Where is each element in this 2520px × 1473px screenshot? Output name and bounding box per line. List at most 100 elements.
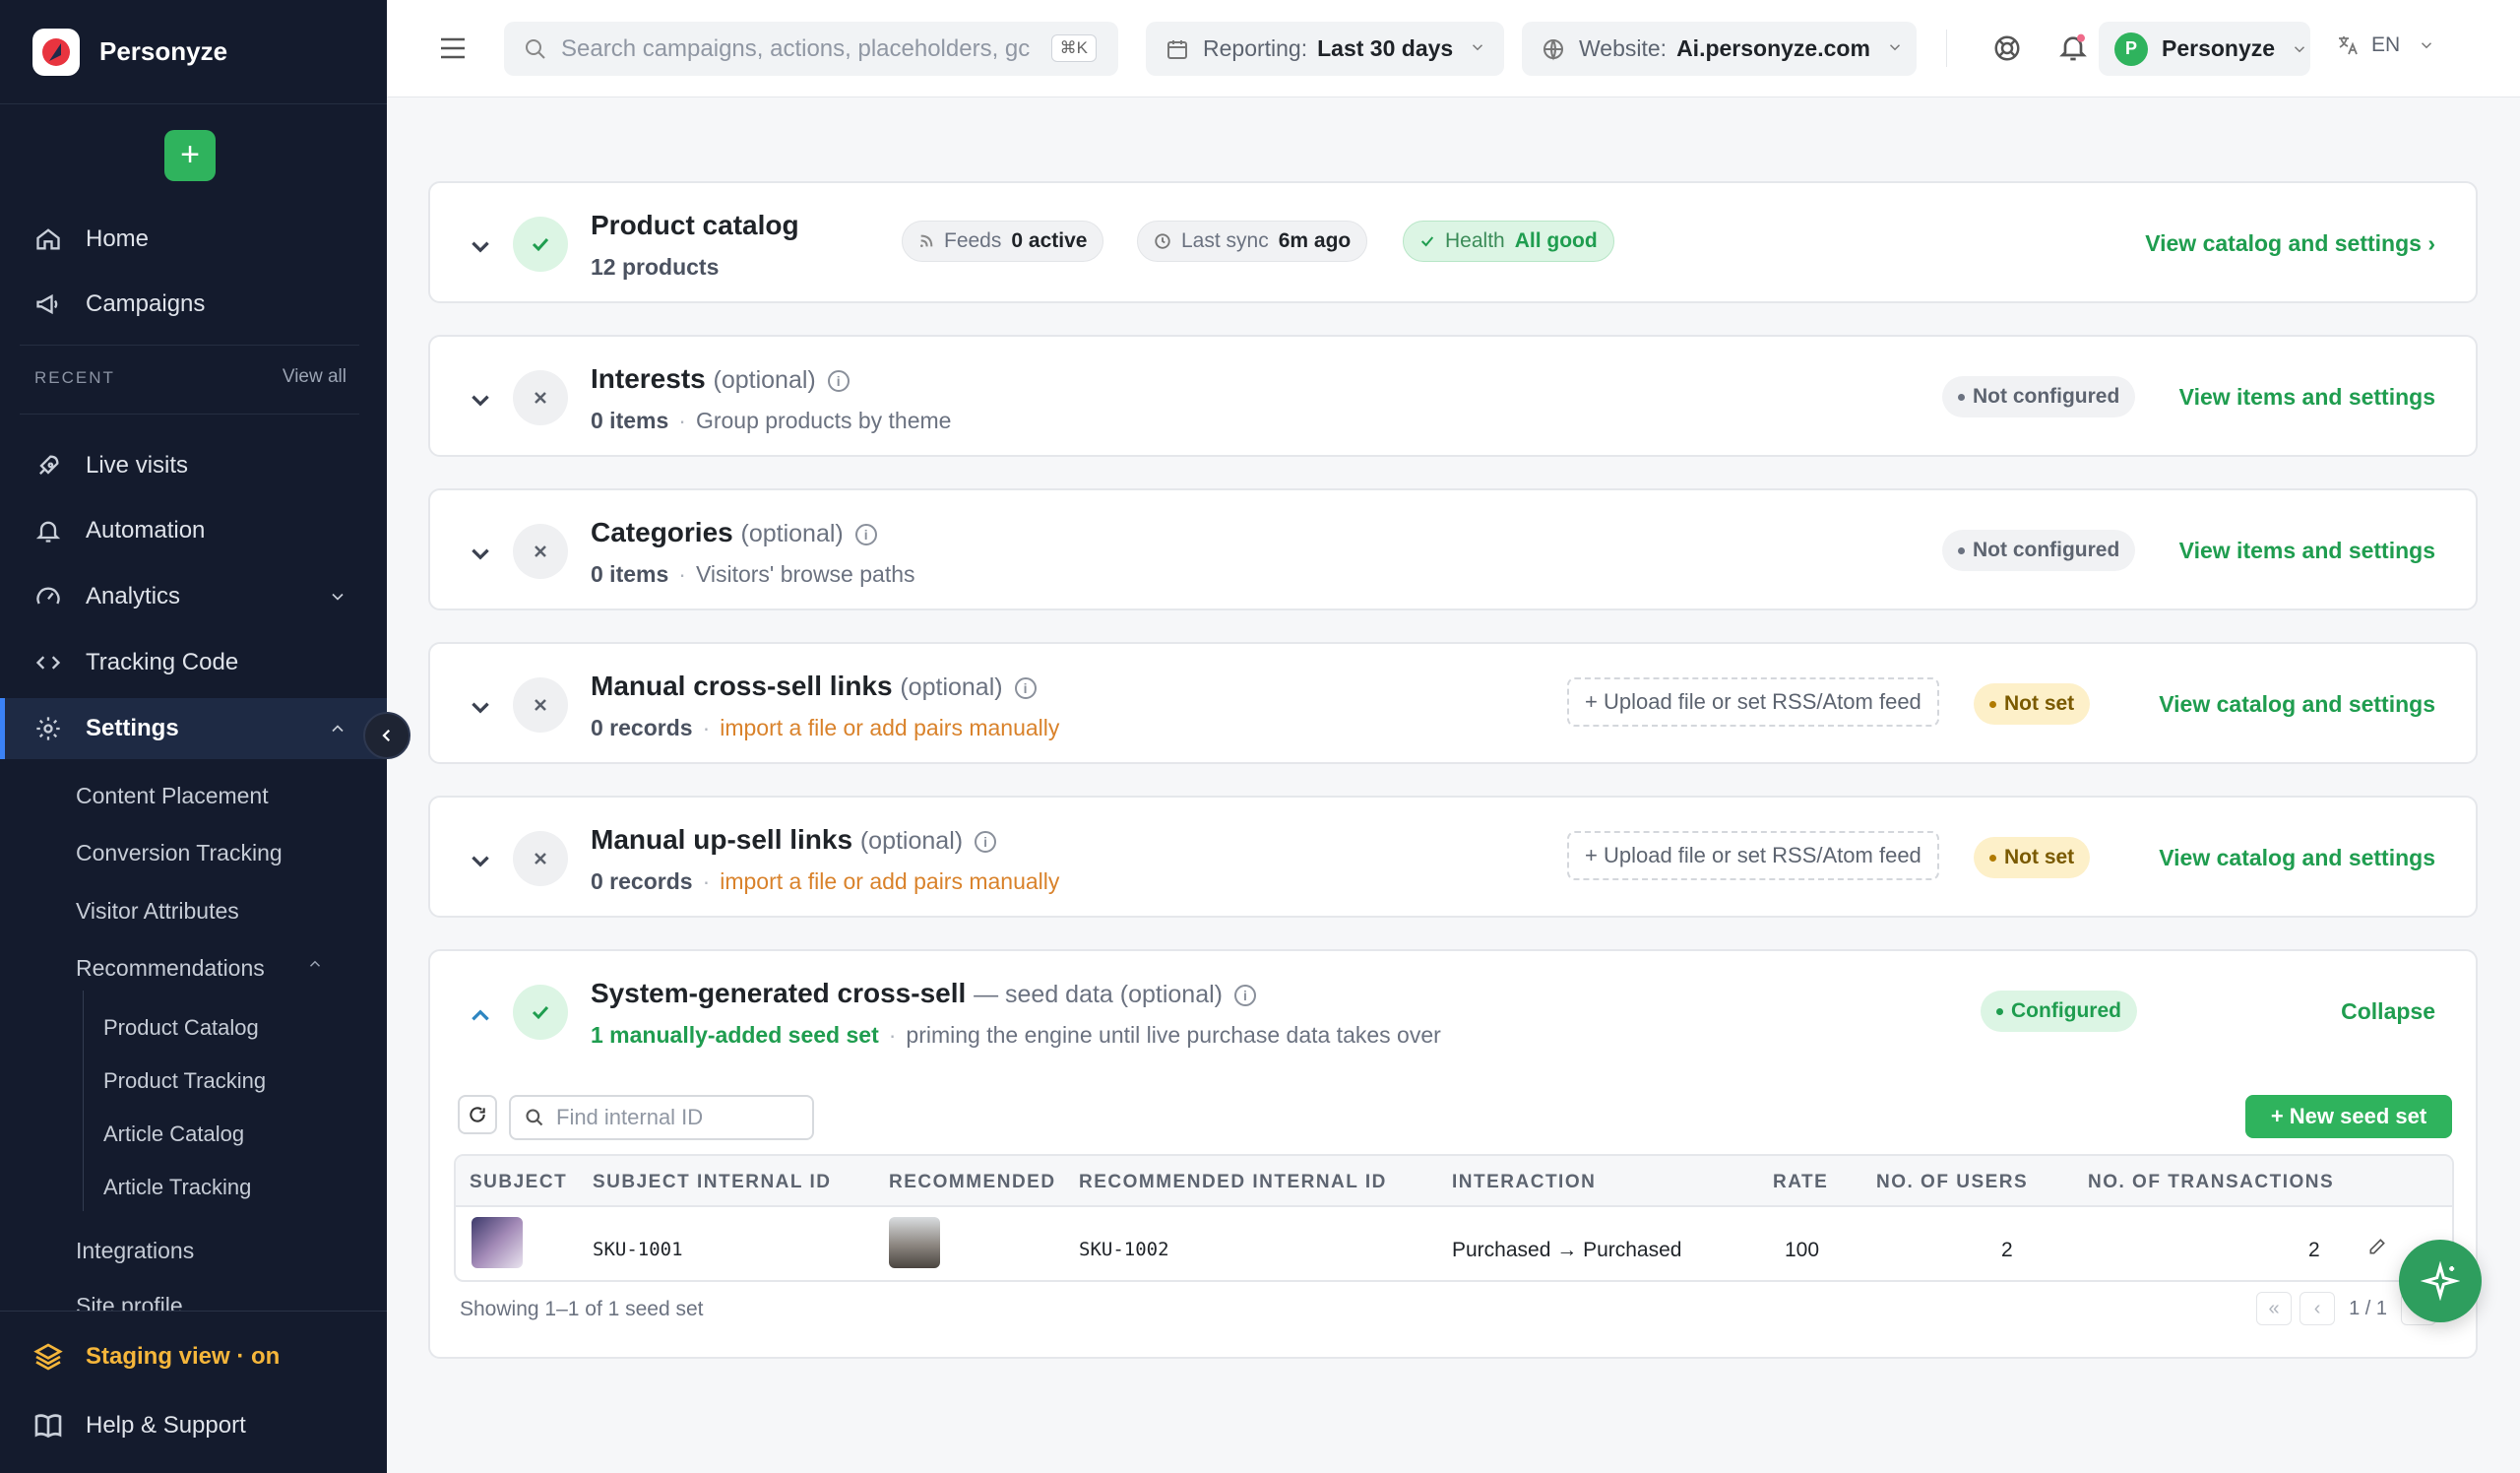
sidebar-item-campaigns[interactable]: Campaigns (0, 274, 387, 335)
language-select[interactable]: EN (2336, 33, 2435, 57)
menu-icon[interactable] (439, 35, 467, 66)
view-catalog-settings-link[interactable]: View catalog and settings › (2145, 230, 2435, 257)
upload-feed-button[interactable]: + Upload file or set RSS/Atom feed (1567, 831, 1939, 880)
transactions: 2 (2308, 1239, 2320, 1261)
chevron-down-icon[interactable] (468, 695, 493, 726)
sidebar-sub-article-tracking[interactable]: Article Tracking (103, 1175, 251, 1200)
optional-label: (optional) (740, 520, 844, 547)
user-menu[interactable]: P Personyze (2099, 22, 2310, 76)
chevron-up-icon[interactable] (468, 1002, 493, 1033)
card-sub: 0 records · import a file or add pairs man… (591, 868, 1060, 894)
sidebar-sub-product-tracking[interactable]: Product Tracking (103, 1068, 266, 1094)
import-link[interactable]: import a file or add pairs manually (720, 715, 1059, 740)
record-count: 0 records (591, 715, 693, 740)
user-name: Personyze (2162, 35, 2276, 61)
sidebar-sub-recommendations[interactable]: Recommendations (76, 955, 265, 982)
view-items-settings-link[interactable]: View items and settings (2179, 384, 2435, 411)
view-items-settings-link[interactable]: View items and settings (2179, 538, 2435, 564)
chevron-down-icon[interactable] (468, 849, 493, 879)
prev-page-button[interactable]: ‹ (2300, 1292, 2336, 1325)
sync-badge: Last sync 6m ago (1137, 221, 1368, 262)
chevron-down-icon[interactable] (468, 234, 493, 265)
recent-view-all-link[interactable]: View all (283, 366, 346, 388)
seed-count: 1 manually-added seed set (591, 1022, 879, 1048)
sidebar-item-label: Analytics (86, 583, 181, 609)
notification-bell-icon[interactable] (2057, 32, 2089, 68)
sidebar-sub-article-catalog[interactable]: Article Catalog (103, 1121, 244, 1147)
sidebar-item-label: Home (86, 225, 150, 252)
first-page-button[interactable]: « (2256, 1292, 2293, 1325)
refresh-icon (470, 1107, 485, 1122)
help-support-link[interactable]: Help & Support (32, 1410, 246, 1441)
card-count: 12 products (591, 254, 719, 281)
subject-thumbnail (472, 1217, 523, 1268)
info-icon[interactable]: i (1234, 984, 1256, 1006)
sidebar-sub-product-catalog[interactable]: Product Catalog (103, 1015, 259, 1041)
sidebar-item-settings[interactable]: Settings (0, 698, 387, 759)
sidebar-sub-conversion-tracking[interactable]: Conversion Tracking (76, 840, 283, 866)
info-icon[interactable]: i (827, 369, 850, 392)
status-badge: Not set (1974, 683, 2091, 725)
shortcut-badge: ⌘K (1050, 34, 1097, 62)
page-indicator: 1 / 1 (2349, 1297, 2387, 1319)
chevron-down-icon[interactable] (468, 388, 493, 418)
sidebar-item-home[interactable]: Home (0, 209, 387, 270)
reporting-value: Last 30 days (1317, 35, 1454, 61)
info-icon[interactable]: i (975, 830, 997, 853)
view-catalog-settings-link[interactable]: View catalog and settings (2159, 845, 2435, 871)
import-link[interactable]: import a file or add pairs manually (720, 868, 1059, 894)
new-seed-set-button[interactable]: + New seed set (2245, 1095, 2452, 1138)
collapse-sidebar-button[interactable] (363, 712, 410, 759)
sync-value: 6m ago (1278, 229, 1352, 252)
home-icon (32, 224, 64, 255)
check-icon (513, 217, 568, 272)
check-icon (1419, 233, 1435, 249)
rate: 100 (1785, 1239, 1820, 1261)
staging-label: Staging view · on (86, 1343, 281, 1370)
website-select[interactable]: Website: Ai.personyze.com (1522, 22, 1917, 76)
info-icon[interactable]: i (854, 523, 877, 545)
card-sub: 0 items · Group products by theme (591, 408, 952, 433)
card-title-text: Interests (591, 363, 706, 394)
reporting-label: Reporting: (1203, 35, 1308, 61)
col-recommended: RECOMMENDED (889, 1172, 1056, 1192)
sidebar-item-tracking-code[interactable]: Tracking Code (0, 632, 387, 693)
upload-feed-button[interactable]: + Upload file or set RSS/Atom feed (1567, 677, 1939, 727)
health-value: All good (1514, 229, 1598, 252)
sidebar-item-analytics[interactable]: Analytics (0, 566, 387, 627)
card-title-text: Manual cross-sell links (591, 671, 893, 701)
globe-icon (1542, 37, 1565, 61)
brand[interactable]: Personyze (0, 0, 387, 104)
edit-icon[interactable] (2367, 1237, 2387, 1261)
ai-assistant-button[interactable] (2399, 1240, 2482, 1322)
sidebar-item-automation[interactable]: Automation (0, 500, 387, 561)
add-button[interactable]: + (164, 130, 216, 181)
find-internal-id-input[interactable]: Find internal ID (509, 1095, 814, 1140)
sidebar-item-live-visits[interactable]: Live visits (0, 435, 387, 496)
card-desc: Visitors' browse paths (695, 561, 915, 587)
chevron-down-icon[interactable] (468, 542, 493, 572)
reporting-range-select[interactable]: Reporting: Last 30 days (1146, 22, 1504, 76)
sidebar-sub-content-placement[interactable]: Content Placement (76, 783, 269, 809)
sidebar-sub-visitor-attributes[interactable]: Visitor Attributes (76, 898, 239, 925)
divider (20, 345, 359, 346)
staging-view-toggle[interactable]: Staging view · on (32, 1341, 280, 1373)
search-icon (525, 1108, 544, 1127)
tree-line (83, 991, 84, 1211)
close-icon (513, 831, 568, 886)
info-icon[interactable]: i (1014, 676, 1037, 699)
lifebuoy-icon[interactable] (1992, 33, 2022, 68)
divider (1946, 30, 1947, 67)
refresh-button[interactable] (458, 1095, 497, 1134)
divider (20, 414, 359, 415)
collapse-link[interactable]: Collapse (2341, 998, 2435, 1025)
view-catalog-settings-link[interactable]: View catalog and settings (2159, 691, 2435, 718)
sidebar-sub-integrations[interactable]: Integrations (76, 1238, 194, 1264)
item-count: 0 items (591, 408, 669, 433)
brand-name: Personyze (99, 36, 228, 66)
website-label: Website: (1579, 35, 1668, 61)
global-search-input[interactable]: Search campaigns, actions, placeholders,… (504, 22, 1118, 76)
interests-card: Interests (optional) i 0 items · Group prod… (428, 335, 2478, 457)
sidebar-item-label: Automation (86, 517, 206, 544)
col-transactions: NO. OF TRANSACTIONS (2088, 1172, 2335, 1192)
